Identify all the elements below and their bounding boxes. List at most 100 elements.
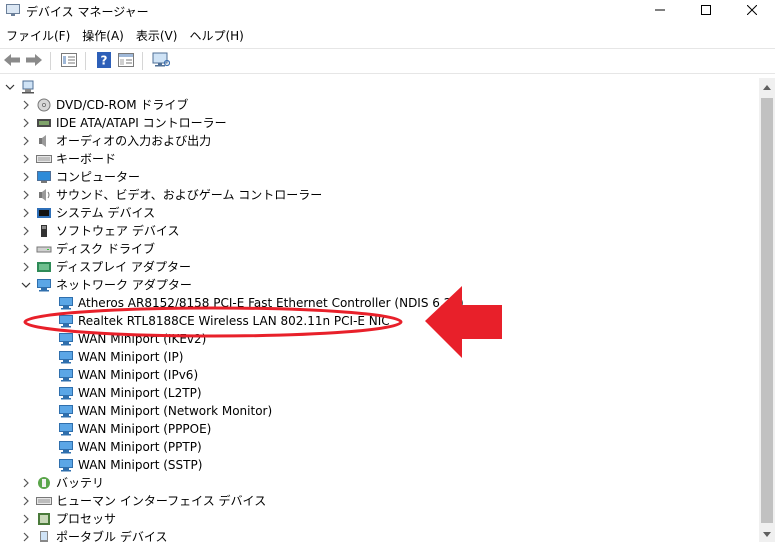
tree-item-label: IDE ATA/ATAPI コントローラー: [56, 116, 227, 130]
scroll-down-button[interactable]: [759, 526, 775, 542]
network-adapter-icon: [58, 422, 74, 436]
forward-arrow-icon: [26, 53, 42, 69]
network-adapter-item[interactable]: WAN Miniport (IPv6): [58, 366, 198, 384]
processor-icon: [36, 512, 52, 526]
tree-category-network[interactable]: ネットワーク アダプター: [20, 276, 192, 294]
sound-icon: [36, 188, 52, 202]
network-adapter-icon: [58, 350, 74, 364]
network-adapter-icon: [36, 278, 52, 292]
forward-button[interactable]: [24, 51, 44, 71]
monitor-icon: [152, 52, 171, 71]
tree-item-label: DVD/CD-ROM ドライブ: [56, 98, 189, 112]
tree-item-label: WAN Miniport (Network Monitor): [78, 404, 273, 418]
network-adapter-item[interactable]: WAN Miniport (IP): [58, 348, 183, 366]
network-adapter-item[interactable]: Atheros AR8152/8158 PCI-E Fast Ethernet …: [58, 294, 464, 312]
speaker-icon: [36, 134, 52, 148]
tree-item-label: Realtek RTL8188CE Wireless LAN 802.11n P…: [78, 314, 390, 328]
chevron-right-icon[interactable]: [20, 225, 32, 237]
chevron-down-icon[interactable]: [4, 81, 16, 93]
chevron-right-icon[interactable]: [20, 261, 32, 273]
tree-category[interactable]: コンピューター: [20, 168, 140, 186]
network-adapter-item[interactable]: WAN Miniport (IKEv2): [58, 330, 206, 348]
tree-item-label: WAN Miniport (IKEv2): [78, 332, 207, 346]
scroll-up-button[interactable]: [759, 78, 775, 94]
chevron-right-icon[interactable]: [20, 495, 32, 507]
scan-hardware-button[interactable]: [151, 51, 171, 71]
tree-category[interactable]: バッテリ: [20, 474, 104, 492]
network-adapter-icon: [58, 458, 74, 472]
tree-item-label: WAN Miniport (PPTP): [78, 440, 202, 454]
tree-root[interactable]: [4, 78, 40, 96]
chevron-right-icon[interactable]: [20, 171, 32, 183]
chevron-up-icon: [763, 79, 771, 93]
ide-controller-icon: [36, 116, 52, 130]
tree-item-label: ディスク ドライブ: [56, 242, 155, 256]
console-tree-icon: [118, 52, 134, 70]
network-adapter-item[interactable]: WAN Miniport (Network Monitor): [58, 402, 272, 420]
device-tree[interactable]: DVD/CD-ROM ドライブ IDE ATA/ATAPI コントローラーオーディ…: [0, 78, 758, 542]
network-adapter-item[interactable]: WAN Miniport (SSTP): [58, 456, 202, 474]
network-adapter-item[interactable]: Realtek RTL8188CE Wireless LAN 802.11n P…: [58, 312, 390, 330]
chevron-right-icon[interactable]: [20, 531, 32, 542]
network-adapter-icon: [58, 332, 74, 346]
tree-category[interactable]: プロセッサ: [20, 510, 116, 528]
toolbar-separator: [85, 52, 86, 70]
network-adapter-icon: [58, 440, 74, 454]
tree-item-label: ソフトウェア デバイス: [56, 224, 180, 238]
dvd-drive-icon: [36, 98, 52, 112]
menu-view[interactable]: 表示(V): [130, 26, 184, 46]
tree-item-label: プロセッサ: [56, 512, 117, 526]
tree-category[interactable]: DVD/CD-ROM ドライブ: [20, 96, 188, 114]
chevron-right-icon[interactable]: [20, 477, 32, 489]
vertical-scrollbar[interactable]: [759, 78, 775, 542]
chevron-right-icon[interactable]: [20, 99, 32, 111]
help-button[interactable]: ?: [94, 51, 114, 71]
back-arrow-icon: [4, 53, 20, 69]
tree-category[interactable]: ポータブル デバイス: [20, 528, 167, 542]
tree-category[interactable]: ディスク ドライブ: [20, 240, 155, 258]
tree-item-label: コンピューター: [56, 170, 141, 184]
chevron-down-icon[interactable]: [20, 279, 32, 291]
tree-category[interactable]: ソフトウェア デバイス: [20, 222, 179, 240]
menu-help[interactable]: ヘルプ(H): [183, 26, 249, 46]
network-adapter-item[interactable]: WAN Miniport (PPPOE): [58, 420, 211, 438]
network-adapter-icon: [58, 368, 74, 382]
menu-file[interactable]: ファイル(F): [0, 26, 76, 46]
tree-item-label: システム デバイス: [56, 206, 156, 220]
tree-category[interactable]: ヒューマン インターフェイス デバイス: [20, 492, 266, 510]
tree-category[interactable]: オーディオの入力および出力: [20, 132, 211, 150]
network-adapter-item[interactable]: WAN Miniport (PPTP): [58, 438, 202, 456]
tree-item-label: ポータブル デバイス: [56, 530, 168, 542]
maximize-button[interactable]: [683, 0, 729, 22]
disk-drive-icon: [36, 242, 52, 256]
network-adapter-icon: [58, 386, 74, 400]
chevron-right-icon[interactable]: [20, 513, 32, 525]
hid-icon: [36, 494, 52, 508]
scrollbar-thumb[interactable]: [761, 98, 773, 523]
network-adapter-item[interactable]: WAN Miniport (L2TP): [58, 384, 202, 402]
tree-item-label: ディスプレイ アダプター: [56, 260, 191, 274]
minimize-button[interactable]: [637, 0, 683, 22]
menu-action[interactable]: 操作(A): [76, 26, 130, 46]
tree-category[interactable]: システム デバイス: [20, 204, 155, 222]
chevron-right-icon[interactable]: [20, 135, 32, 147]
properties-button[interactable]: [59, 51, 79, 71]
chevron-right-icon[interactable]: [20, 189, 32, 201]
console-tree-button[interactable]: [116, 51, 136, 71]
close-icon: [746, 4, 758, 18]
title-bar: デバイス マネージャー: [0, 0, 775, 22]
tree-category[interactable]: IDE ATA/ATAPI コントローラー: [20, 114, 227, 132]
tree-category[interactable]: キーボード: [20, 150, 116, 168]
back-button[interactable]: [2, 51, 22, 71]
window-title: デバイス マネージャー: [26, 5, 149, 19]
help-icon: ?: [97, 51, 111, 71]
chevron-right-icon[interactable]: [20, 207, 32, 219]
tree-category[interactable]: ディスプレイ アダプター: [20, 258, 191, 276]
chevron-right-icon[interactable]: [20, 117, 32, 129]
tree-item-label: WAN Miniport (L2TP): [78, 386, 202, 400]
chevron-right-icon[interactable]: [20, 153, 32, 165]
tree-category[interactable]: サウンド、ビデオ、およびゲーム コントローラー: [20, 186, 322, 204]
close-button[interactable]: [729, 0, 775, 22]
menu-bar: ファイル(F) 操作(A) 表示(V) ヘルプ(H): [0, 26, 250, 46]
chevron-right-icon[interactable]: [20, 243, 32, 255]
